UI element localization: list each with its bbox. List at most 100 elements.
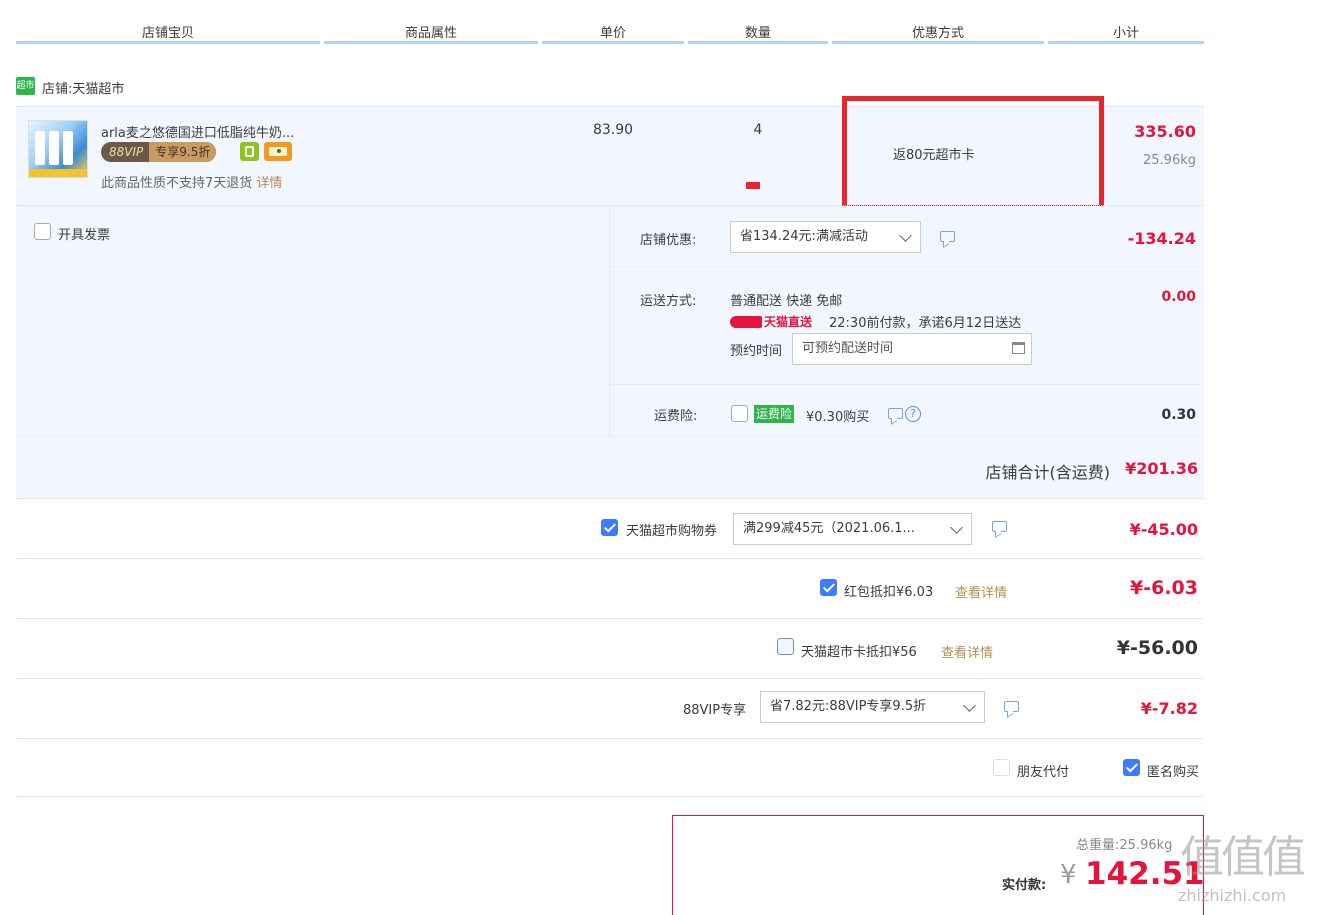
total-weight: 总重量:25.96kg — [1076, 834, 1172, 853]
redpacket-details-link[interactable]: 查看详情 — [955, 582, 1007, 601]
vip-select[interactable]: 省7.82元:88VIP专享9.5折 — [760, 691, 985, 723]
message-icon[interactable] — [940, 231, 955, 242]
vip-label: 88VIP专享 — [683, 703, 747, 718]
watermark-url: zhizhizhi.com — [1178, 886, 1287, 905]
redpacket-checkbox[interactable] — [820, 579, 837, 596]
pay-label: 实付款: — [1002, 878, 1047, 893]
chevron-down-icon — [963, 699, 976, 712]
calendar-icon — [1012, 342, 1025, 354]
invoice-checkbox[interactable] — [34, 223, 51, 240]
header-col-price: 单价 — [542, 22, 684, 44]
pay-currency: ¥ — [1060, 860, 1077, 890]
header-col-qty: 数量 — [688, 22, 828, 44]
vip-badge: 88VIP 专享9.5折 — [101, 142, 217, 162]
header-col-shop-item: 店铺宝贝 — [16, 22, 320, 44]
coupon-value: 满299减45元（2021.06.1... — [743, 521, 915, 536]
milk-carton-icon — [63, 131, 73, 165]
message-icon[interactable] — [888, 408, 903, 419]
vertical-divider — [609, 206, 610, 436]
insurance-price: ¥0.30购买 — [806, 410, 870, 425]
divider — [16, 498, 1204, 499]
friend-pay-label: 朋友代付 — [1017, 765, 1070, 780]
chevron-down-icon — [899, 229, 912, 242]
return-note-text: 此商品性质不支持7天退货 — [101, 176, 253, 191]
tmall-cat-icon — [730, 316, 762, 328]
shop-discount-amount: -134.24 — [1127, 229, 1196, 248]
supercard-label: 天猫超市卡抵扣¥56 — [801, 645, 917, 660]
insurance-badge: 运费险 — [754, 405, 795, 423]
service-badge-icon — [240, 142, 259, 161]
schedule-label: 预约时间 — [730, 344, 783, 359]
message-icon[interactable] — [992, 521, 1007, 532]
vip-discount: 专享9.5折 — [149, 142, 217, 162]
coupon-amount: ¥-45.00 — [1129, 520, 1198, 539]
shop-discount-label: 店铺优惠: — [640, 233, 697, 248]
promo-value: 返80元超市卡 — [893, 148, 975, 163]
supercard-details-link[interactable]: 查看详情 — [941, 642, 993, 661]
coupon-label: 天猫超市购物券 — [626, 524, 718, 539]
return-details-link[interactable]: 详情 — [256, 176, 282, 191]
divider — [16, 618, 1204, 619]
coupon-checkbox[interactable] — [601, 519, 618, 536]
divider — [16, 738, 1204, 739]
product-title[interactable]: arla麦之悠德国进口低脂纯牛奶... — [101, 122, 326, 141]
redpacket-label: 红包抵扣¥6.03 — [844, 585, 934, 600]
shipping-amount: 0.00 — [1161, 289, 1196, 305]
vip-badge-label: 88VIP — [109, 145, 144, 159]
divider — [16, 558, 1204, 559]
total-weight-value: 25.96kg — [1119, 838, 1173, 853]
item-subtotal: 335.60 — [1134, 122, 1196, 141]
unit-price: 83.90 — [592, 122, 634, 138]
header-col-attr: 商品属性 — [324, 22, 538, 44]
shop-badge-icon: 超市 — [16, 77, 35, 95]
milk-carton-icon — [49, 131, 59, 165]
quantity-value[interactable]: 4 — [688, 122, 828, 138]
invoice-label: 开具发票 — [58, 228, 111, 243]
anonymous-checkbox[interactable] — [1123, 759, 1140, 776]
coupon-select[interactable]: 满299减45元（2021.06.1... — [733, 513, 972, 545]
price-strip — [29, 169, 87, 177]
schedule-placeholder: 可预约配送时间 — [802, 341, 894, 356]
supercard-amount: ¥-56.00 — [1116, 637, 1198, 659]
milk-carton-icon — [35, 131, 45, 165]
shop-name-text: 天猫超市 — [72, 82, 125, 97]
product-thumbnail[interactable] — [28, 120, 88, 178]
header-col-promo: 优惠方式 — [832, 22, 1044, 44]
shop-discount-value: 省134.24元:满减活动 — [740, 229, 868, 244]
shop-total-label: 店铺合计(含运费) — [985, 463, 1111, 482]
shop-name[interactable]: 店铺:天猫超市 — [42, 78, 124, 97]
divider — [16, 436, 1204, 437]
insurance-checkbox[interactable] — [731, 405, 748, 422]
help-icon[interactable]: ? — [905, 406, 921, 422]
insurance-amount: 0.30 — [1161, 407, 1196, 423]
supercard-checkbox[interactable] — [777, 638, 794, 655]
divider — [610, 384, 1204, 385]
shop-label: 店铺: — [42, 82, 73, 97]
vip-amount: ¥-7.82 — [1140, 699, 1198, 718]
header-col-subtotal: 小计 — [1048, 22, 1204, 44]
shop-discount-select[interactable]: 省134.24元:满减活动 — [730, 221, 921, 253]
shipping-label: 运送方式: — [640, 294, 697, 309]
quantity-marker — [746, 182, 760, 189]
schedule-time-input[interactable]: 可预约配送时间 — [792, 333, 1032, 365]
chevron-down-icon — [950, 521, 963, 534]
insurance-label: 运费险: — [654, 409, 698, 424]
delivery-promise: 22:30前付款，承诺6月12日送达 — [829, 316, 1022, 331]
watermark-logo: 值值值 — [1180, 832, 1306, 883]
shipping-method: 普通配送 快递 免邮 — [730, 294, 843, 309]
divider — [610, 266, 1204, 267]
vip-value: 省7.82元:88VIP专享9.5折 — [770, 699, 927, 714]
message-icon[interactable] — [1004, 701, 1019, 712]
card-badge-icon — [264, 142, 292, 161]
shop-total-amount: ¥201.36 — [1125, 459, 1198, 478]
friend-pay-checkbox[interactable] — [993, 759, 1010, 776]
tmall-direct-label: 天猫直送 — [764, 315, 813, 329]
divider — [16, 796, 1204, 797]
anonymous-label: 匿名购买 — [1147, 765, 1200, 780]
total-weight-label: 总重量: — [1076, 838, 1120, 853]
item-weight: 25.96kg — [1143, 153, 1196, 168]
redpacket-amount: ¥-6.03 — [1130, 577, 1198, 599]
divider — [16, 678, 1204, 679]
tmall-direct-badge: 天猫直送 — [730, 313, 812, 330]
return-note: 此商品性质不支持7天退货 详情 — [101, 172, 282, 191]
